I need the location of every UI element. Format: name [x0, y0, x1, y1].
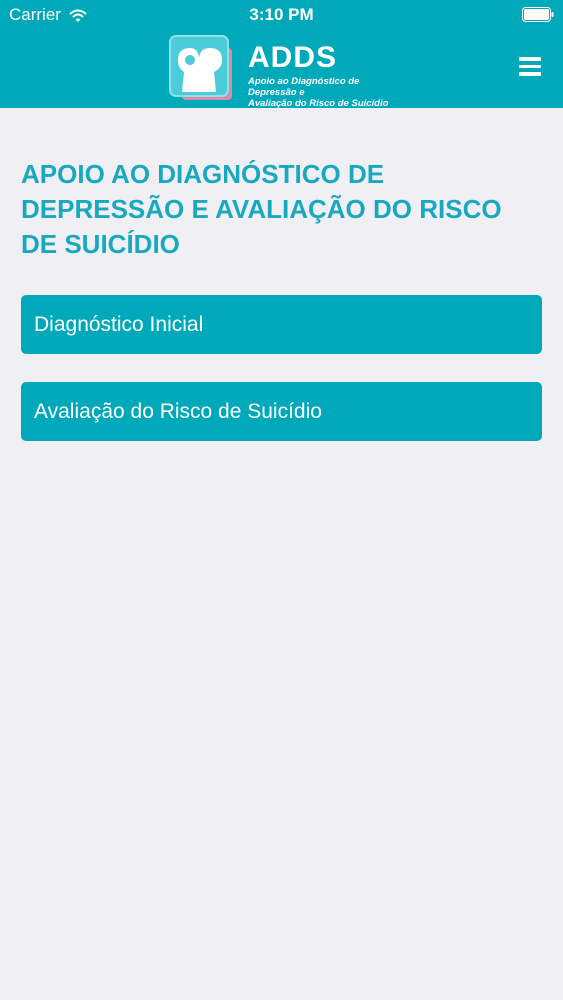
initial-diagnosis-button[interactable]: Diagnóstico Inicial — [21, 295, 542, 354]
logo-mark-icon — [168, 34, 236, 102]
logo-subtitle-line1: Apoio ao Diagnóstico de Depressão e — [248, 76, 360, 98]
status-time: 3:10 PM — [249, 5, 314, 24]
logo-subtitle-line2: Avaliação do Risco de Suicídio — [248, 98, 389, 109]
hamburger-menu-icon[interactable] — [519, 57, 541, 77]
page-title: APOIO AO DIAGNÓSTICO DE DEPRESSÃO E AVAL… — [21, 159, 502, 259]
logo-title: ADDS — [248, 41, 338, 74]
suicide-risk-assessment-label: Avaliação do Risco de Suicídio — [34, 399, 322, 423]
logo-subtitle: Apoio ao Diagnóstico de Depressão e Aval… — [248, 76, 408, 109]
app-header: Carrier 3:10 PM ADDS Apoio ao Diagnóstic… — [0, 0, 563, 109]
app-logo: ADDS Apoio ao Diagnóstico de Depressão e… — [168, 34, 408, 109]
status-bar: Carrier 3:10 PM — [0, 0, 563, 30]
initial-diagnosis-label: Diagnóstico Inicial — [34, 312, 204, 336]
battery-icon — [522, 7, 554, 22]
suicide-risk-assessment-button[interactable]: Avaliação do Risco de Suicídio — [21, 382, 542, 441]
